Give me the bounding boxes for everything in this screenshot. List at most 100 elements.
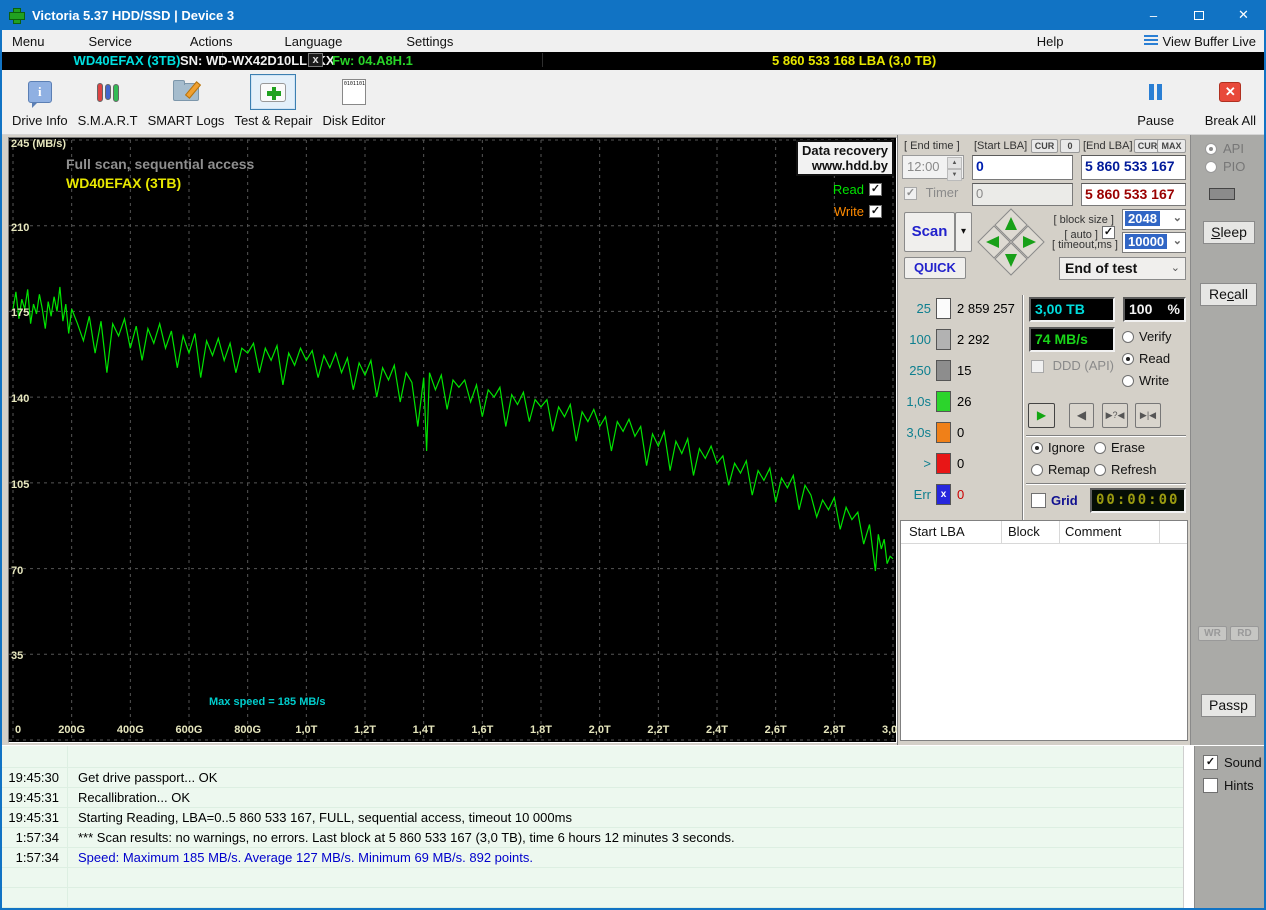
auto-checkbox[interactable] xyxy=(1102,226,1115,239)
column-comment[interactable]: Comment xyxy=(1065,524,1121,539)
x-tick-label: 2,4T xyxy=(705,724,729,736)
minimize-button[interactable]: – xyxy=(1131,0,1176,30)
wr-button[interactable]: WR xyxy=(1198,626,1227,641)
verify-option[interactable]: Verify xyxy=(1122,329,1172,344)
api-radio[interactable] xyxy=(1205,142,1217,155)
drive-info-icon: i xyxy=(27,81,52,108)
verify-radio[interactable] xyxy=(1122,330,1134,343)
remap-option[interactable]: Remap xyxy=(1031,462,1090,477)
read-checkbox[interactable] xyxy=(869,183,882,196)
log-list[interactable]: 19:45:30 Get drive passport... OK 19:45:… xyxy=(2,746,1183,910)
ignore-radio[interactable] xyxy=(1031,441,1043,454)
last-lba-display: 5 860 533 167 xyxy=(1081,183,1186,206)
scan-question-icon: ▶?◀ xyxy=(1105,410,1125,420)
stat-block-1s xyxy=(936,391,951,412)
break-all-button[interactable]: ✕ Break All xyxy=(1205,74,1256,128)
pio-option[interactable]: PIO xyxy=(1205,159,1245,174)
drive-firmware: Fw: 04.A8H.1 xyxy=(332,53,413,68)
spinner-down-icon: ▼ xyxy=(947,169,962,181)
log-row xyxy=(2,746,1183,768)
start-lba-input[interactable]: 0 xyxy=(972,155,1073,180)
menu-item-actions[interactable]: Actions xyxy=(182,32,241,51)
rd-button[interactable]: RD xyxy=(1230,626,1259,641)
ignore-option[interactable]: Ignore xyxy=(1031,440,1085,455)
read-option[interactable]: Read xyxy=(1122,351,1170,366)
legend-write-label: Write xyxy=(833,204,864,219)
timeout-label: [ timeout,ms ] xyxy=(1051,239,1118,251)
hints-checkbox[interactable] xyxy=(1203,778,1218,793)
remap-radio[interactable] xyxy=(1031,463,1043,476)
erase-option[interactable]: Erase xyxy=(1094,440,1145,455)
refresh-option[interactable]: Refresh xyxy=(1094,462,1157,477)
ddd-checkbox[interactable] xyxy=(1031,360,1044,374)
y-tick-label: 105 xyxy=(11,478,30,491)
menu-item-settings[interactable]: Settings xyxy=(398,32,461,51)
smart-logs-button[interactable]: SMART Logs xyxy=(148,74,224,128)
start-lba-zero-button[interactable]: 0 xyxy=(1060,139,1080,153)
disk-editor-button[interactable]: 010110110011101000001 Disk Editor xyxy=(322,74,385,128)
column-block[interactable]: Block xyxy=(1008,524,1040,539)
timeout-combo[interactable]: 10000 ⌄ xyxy=(1122,232,1186,253)
x-tick-label: 0 xyxy=(15,724,22,736)
binary-document-icon: 010110110011101000001 xyxy=(341,79,366,105)
scan-button[interactable]: Scan xyxy=(904,212,955,252)
grid-checkbox[interactable] xyxy=(1031,493,1046,508)
menu-item-help[interactable]: Help xyxy=(1029,32,1072,51)
api-option[interactable]: API xyxy=(1205,141,1244,156)
smart-button[interactable]: S.M.A.R.T xyxy=(78,74,138,128)
main-area: Full scan, sequential access WD40EFAX (3… xyxy=(0,135,1266,745)
log-row: 19:45:31 Recallibration... OK xyxy=(2,788,1183,808)
scan-dropdown-button[interactable]: ▾ xyxy=(955,212,972,252)
scan-question-button[interactable]: ▶?◀ xyxy=(1102,403,1128,428)
refresh-radio[interactable] xyxy=(1094,463,1106,476)
log-scrollbar[interactable] xyxy=(1183,746,1194,910)
device-close-button[interactable]: x xyxy=(308,53,323,67)
sound-option[interactable]: Sound xyxy=(1203,755,1262,770)
end-time-spinner[interactable]: 12:00 ▲ ▼ xyxy=(902,155,964,181)
block-size-combo[interactable]: 2048 ⌄ xyxy=(1122,209,1186,230)
test-repair-button[interactable]: Test & Repair xyxy=(234,74,312,128)
close-button[interactable]: ✕ xyxy=(1221,0,1266,30)
stat-block-over xyxy=(936,453,951,474)
pio-radio[interactable] xyxy=(1205,160,1217,173)
write-checkbox[interactable] xyxy=(869,205,882,218)
quick-button[interactable]: QUICK xyxy=(904,257,966,279)
pause-icon xyxy=(1149,84,1163,100)
app-icon xyxy=(8,7,25,24)
hints-option[interactable]: Hints xyxy=(1203,778,1254,793)
write-radio[interactable] xyxy=(1122,374,1134,387)
pause-button[interactable]: Pause xyxy=(1132,74,1179,128)
end-lba-max-button[interactable]: MAX xyxy=(1157,139,1186,153)
column-start-lba[interactable]: Start LBA xyxy=(909,524,965,539)
defect-table[interactable]: Start LBA Block Comment xyxy=(900,520,1188,741)
view-buffer-live-label: View Buffer Live xyxy=(1162,33,1256,49)
timer-option[interactable]: Timer xyxy=(904,185,958,201)
stat-row-250: 250 15 xyxy=(898,360,1022,382)
drive-info-button[interactable]: i Drive Info xyxy=(12,74,68,128)
play-back-button[interactable]: ◀ xyxy=(1069,403,1094,428)
start-lba-label: [Start LBA] xyxy=(974,140,1028,152)
recall-button[interactable]: Recall xyxy=(1200,283,1257,306)
end-of-test-combo[interactable]: End of test ⌄ xyxy=(1059,257,1186,280)
passp-button[interactable]: Passp xyxy=(1201,694,1256,717)
play-forward-button[interactable]: ▶ xyxy=(1028,403,1055,428)
timer-checkbox[interactable] xyxy=(904,187,917,201)
spinner-arrows[interactable]: ▲ ▼ xyxy=(947,157,962,181)
menu-item-menu[interactable]: Menu xyxy=(4,32,53,51)
start-lba-cur-button[interactable]: CUR xyxy=(1031,139,1058,153)
view-buffer-live[interactable]: View Buffer Live xyxy=(1142,32,1262,51)
step-button[interactable]: ▶|◀ xyxy=(1135,403,1161,428)
log-area: 19:45:30 Get drive passport... OK 19:45:… xyxy=(0,745,1266,910)
maximize-button[interactable] xyxy=(1176,0,1221,30)
end-lba-input[interactable]: 5 860 533 167 xyxy=(1081,155,1186,180)
menu-item-service[interactable]: Service xyxy=(81,32,140,51)
read-radio[interactable] xyxy=(1122,352,1134,365)
sound-checkbox[interactable] xyxy=(1203,755,1218,770)
ddd-option[interactable]: DDD (API) xyxy=(1031,358,1114,374)
x-tick-label: 2,2T xyxy=(647,724,670,736)
y-tick-label: 245 (MB/s) xyxy=(11,138,67,150)
sleep-button[interactable]: Sleep xyxy=(1203,221,1255,244)
menu-item-language[interactable]: Language xyxy=(277,32,351,51)
erase-radio[interactable] xyxy=(1094,441,1106,454)
write-option[interactable]: Write xyxy=(1122,373,1169,388)
